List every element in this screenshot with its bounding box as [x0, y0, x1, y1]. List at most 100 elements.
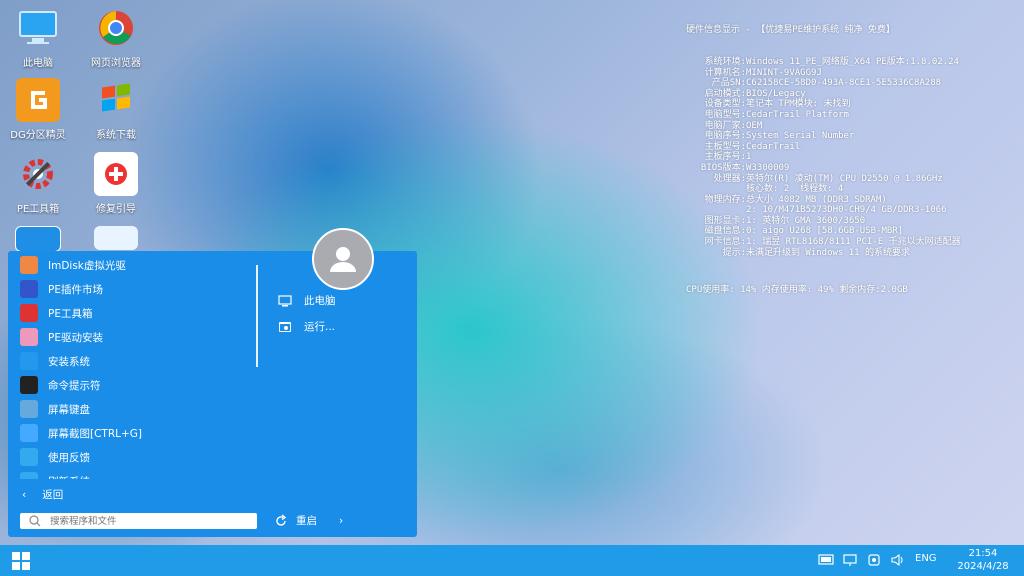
desktop-icon-label: PE工具箱 [16, 204, 60, 215]
desktop-icon-dg-partition[interactable]: DG分区精灵 [2, 78, 74, 141]
hardware-info-row: 电脑厂家: OEM [686, 121, 961, 132]
chevron-left-icon: ‹ [22, 488, 27, 501]
hardware-info-row: 提示: 未满足升级到 Windows 11 的系统要求 [686, 248, 961, 259]
toolbox-icon [20, 304, 38, 322]
start-menu-item[interactable]: 使用反馈 [8, 445, 256, 469]
search-input[interactable] [50, 515, 240, 527]
restart-label: 重启 [296, 515, 317, 527]
desktop-icon-pe-toolbox[interactable]: PE工具箱 [2, 152, 74, 215]
hardware-info-row: 处理器: 英特尔(R) 凌动(TM) CPU D2550 @ 1.86GHz [686, 174, 961, 185]
user-avatar[interactable] [312, 228, 374, 290]
desktop-icon-label: 修复引导 [96, 204, 136, 215]
hardware-info-value: 1: 瑞昱 RTL8168/8111 PCI-E 千兆以太网适配器 [746, 237, 961, 248]
hardware-info-key [686, 184, 746, 195]
start-menu-item[interactable]: ImDisk虚拟光驱 [8, 253, 256, 277]
start-menu-item-label: ImDisk虚拟光驱 [48, 259, 126, 272]
windows-logo-icon [12, 551, 30, 570]
desktop-icon-repair-boot[interactable]: 修复引导 [80, 152, 152, 215]
start-menu-run-label: 运行... [304, 321, 336, 333]
start-menu-item[interactable]: PE插件市场 [8, 277, 256, 301]
hardware-info-value: 笔记本 TPM模块: 未找到 [746, 99, 851, 110]
start-menu-item[interactable]: 屏幕截图[CTRL+G] [8, 421, 256, 445]
desktop-icon-partial[interactable] [80, 226, 152, 254]
windows-download-icon [94, 78, 138, 122]
app-icon [94, 226, 138, 250]
hardware-info-key: 计算机名: [704, 67, 746, 78]
hardware-info-value: C62158CE-58D0-493A-8CE1-5E5336C8A288 [746, 78, 942, 89]
search-box[interactable] [20, 513, 257, 529]
screenshot-icon [20, 424, 38, 442]
windows-setup-icon [15, 226, 61, 252]
desktop-icon-browser[interactable]: 网页浏览器 [80, 6, 152, 69]
run-icon [279, 321, 291, 332]
hardware-info-value: CedarTrail [746, 141, 801, 152]
desktop-icon-label: 此电脑 [23, 58, 53, 69]
menu-divider [256, 265, 258, 367]
imdisk-icon [20, 256, 38, 274]
hardware-info-key: 磁盘信息: [704, 226, 746, 237]
hardware-info-value: 总大小 4082 MB (DDR3 SDRAM) [746, 194, 887, 205]
hardware-info-panel: 硬件信息显示 - 【优捷易PE维护系统 纯净 免费】 系统环境: Windows … [686, 4, 961, 307]
hardware-info-value: W3300009 [746, 162, 790, 173]
restart-icon [276, 513, 287, 526]
hardware-info-row: 网卡信息: 1: 瑞昱 RTL8168/8111 PCI-E 千兆以太网适配器 [686, 237, 961, 248]
clock[interactable]: 21:54 2024/4/28 [952, 547, 1014, 573]
start-menu-item[interactable]: PE驱动安装 [8, 325, 256, 349]
chevron-right-icon: › [339, 514, 344, 527]
start-button[interactable] [8, 549, 34, 572]
start-menu-item[interactable]: 安装系统 [8, 349, 256, 373]
start-menu-item-label: 命令提示符 [48, 379, 101, 392]
start-menu-item[interactable]: 刷新系统 [8, 469, 256, 479]
hardware-info-key: BIOS版本: [700, 162, 746, 173]
volume-icon[interactable] [890, 553, 906, 567]
hardware-info-key: 系统环境: [704, 56, 746, 67]
desktop-icon-system-download[interactable]: 系统下载 [80, 78, 152, 141]
hardware-info-key: 设备类型: [704, 99, 746, 110]
hardware-info-key: 启动模式: [704, 88, 746, 99]
partition-tool-icon [16, 78, 60, 122]
search-icon [29, 515, 41, 527]
refresh-icon [20, 472, 38, 479]
hardware-info-key: 电脑型号: [704, 109, 746, 120]
start-menu-item[interactable]: 屏幕键盘 [8, 397, 256, 421]
hardware-info-row: 物理内存: 总大小 4082 MB (DDR3 SDRAM) [686, 195, 961, 206]
safely-remove-icon[interactable] [866, 553, 882, 567]
hardware-info-value: OEM [746, 120, 763, 131]
start-menu-item-label: 屏幕截图[CTRL+G] [48, 427, 143, 440]
desktop-icon-this-pc[interactable]: 此电脑 [2, 6, 74, 69]
start-menu-item-label: PE工具箱 [48, 307, 93, 320]
start-menu-this-pc-label: 此电脑 [304, 295, 336, 307]
hardware-info-value: 1 [746, 152, 752, 163]
show-desktop-icon[interactable] [818, 553, 834, 567]
back-button[interactable]: ‹ 返回 [22, 487, 63, 502]
hardware-info-key: 图形显卡: [704, 215, 746, 226]
hardware-info-row: 核心数: 2 线程数: 4 [686, 184, 961, 195]
network-icon[interactable] [842, 553, 858, 567]
start-menu: ImDisk虚拟光驱 PE插件市场 PE工具箱 PE驱动安装安装系统命令提示符屏幕键盘… [8, 251, 417, 537]
hardware-info-row: 启动模式: BIOS/Legacy [686, 89, 961, 100]
install-system-icon [20, 352, 38, 370]
start-menu-this-pc[interactable]: 此电脑 [278, 293, 336, 308]
input-language[interactable]: ENG [915, 553, 937, 564]
start-menu-item[interactable]: PE工具箱 [8, 301, 256, 325]
user-icon [330, 247, 356, 272]
start-menu-item-label: PE驱动安装 [48, 331, 103, 344]
usage-line: CPU使用率: 14% 内存使用率: 49% 剩余内存:2.0GB [686, 285, 908, 296]
hardware-info-value: 0: aigo U268 [58.6GB-USB-MBR] [746, 226, 904, 237]
start-menu-app-list[interactable]: ImDisk虚拟光驱 PE插件市场 PE工具箱 PE驱动安装安装系统命令提示符屏幕键盘… [8, 251, 256, 479]
hardware-info-row: 主板型号: CedarTrail [686, 142, 961, 153]
hardware-info-row: 电脑序号: System Serial Number [686, 131, 961, 142]
hardware-info-key [686, 205, 746, 216]
keyboard-icon [20, 400, 38, 418]
desktop-icon-label: 系统下载 [96, 130, 136, 141]
hardware-info-row: BIOS版本: W3300009 [686, 163, 961, 174]
hardware-info-key: 电脑序号: [704, 131, 746, 142]
hardware-info-key: 提示: [722, 247, 746, 258]
hardware-info-value: 英特尔(R) 凌动(TM) CPU D2550 @ 1.86GHz [746, 173, 943, 184]
restart-button[interactable]: 重启 › [274, 513, 343, 528]
hardware-info-value: Windows 11_PE_网络版_X64 PE版本:1.8.02.24 [746, 56, 959, 67]
computer-icon [16, 6, 60, 50]
start-menu-item-label: 刷新系统 [48, 474, 90, 480]
start-menu-item[interactable]: 命令提示符 [8, 373, 256, 397]
start-menu-run[interactable]: 运行... [278, 319, 335, 334]
